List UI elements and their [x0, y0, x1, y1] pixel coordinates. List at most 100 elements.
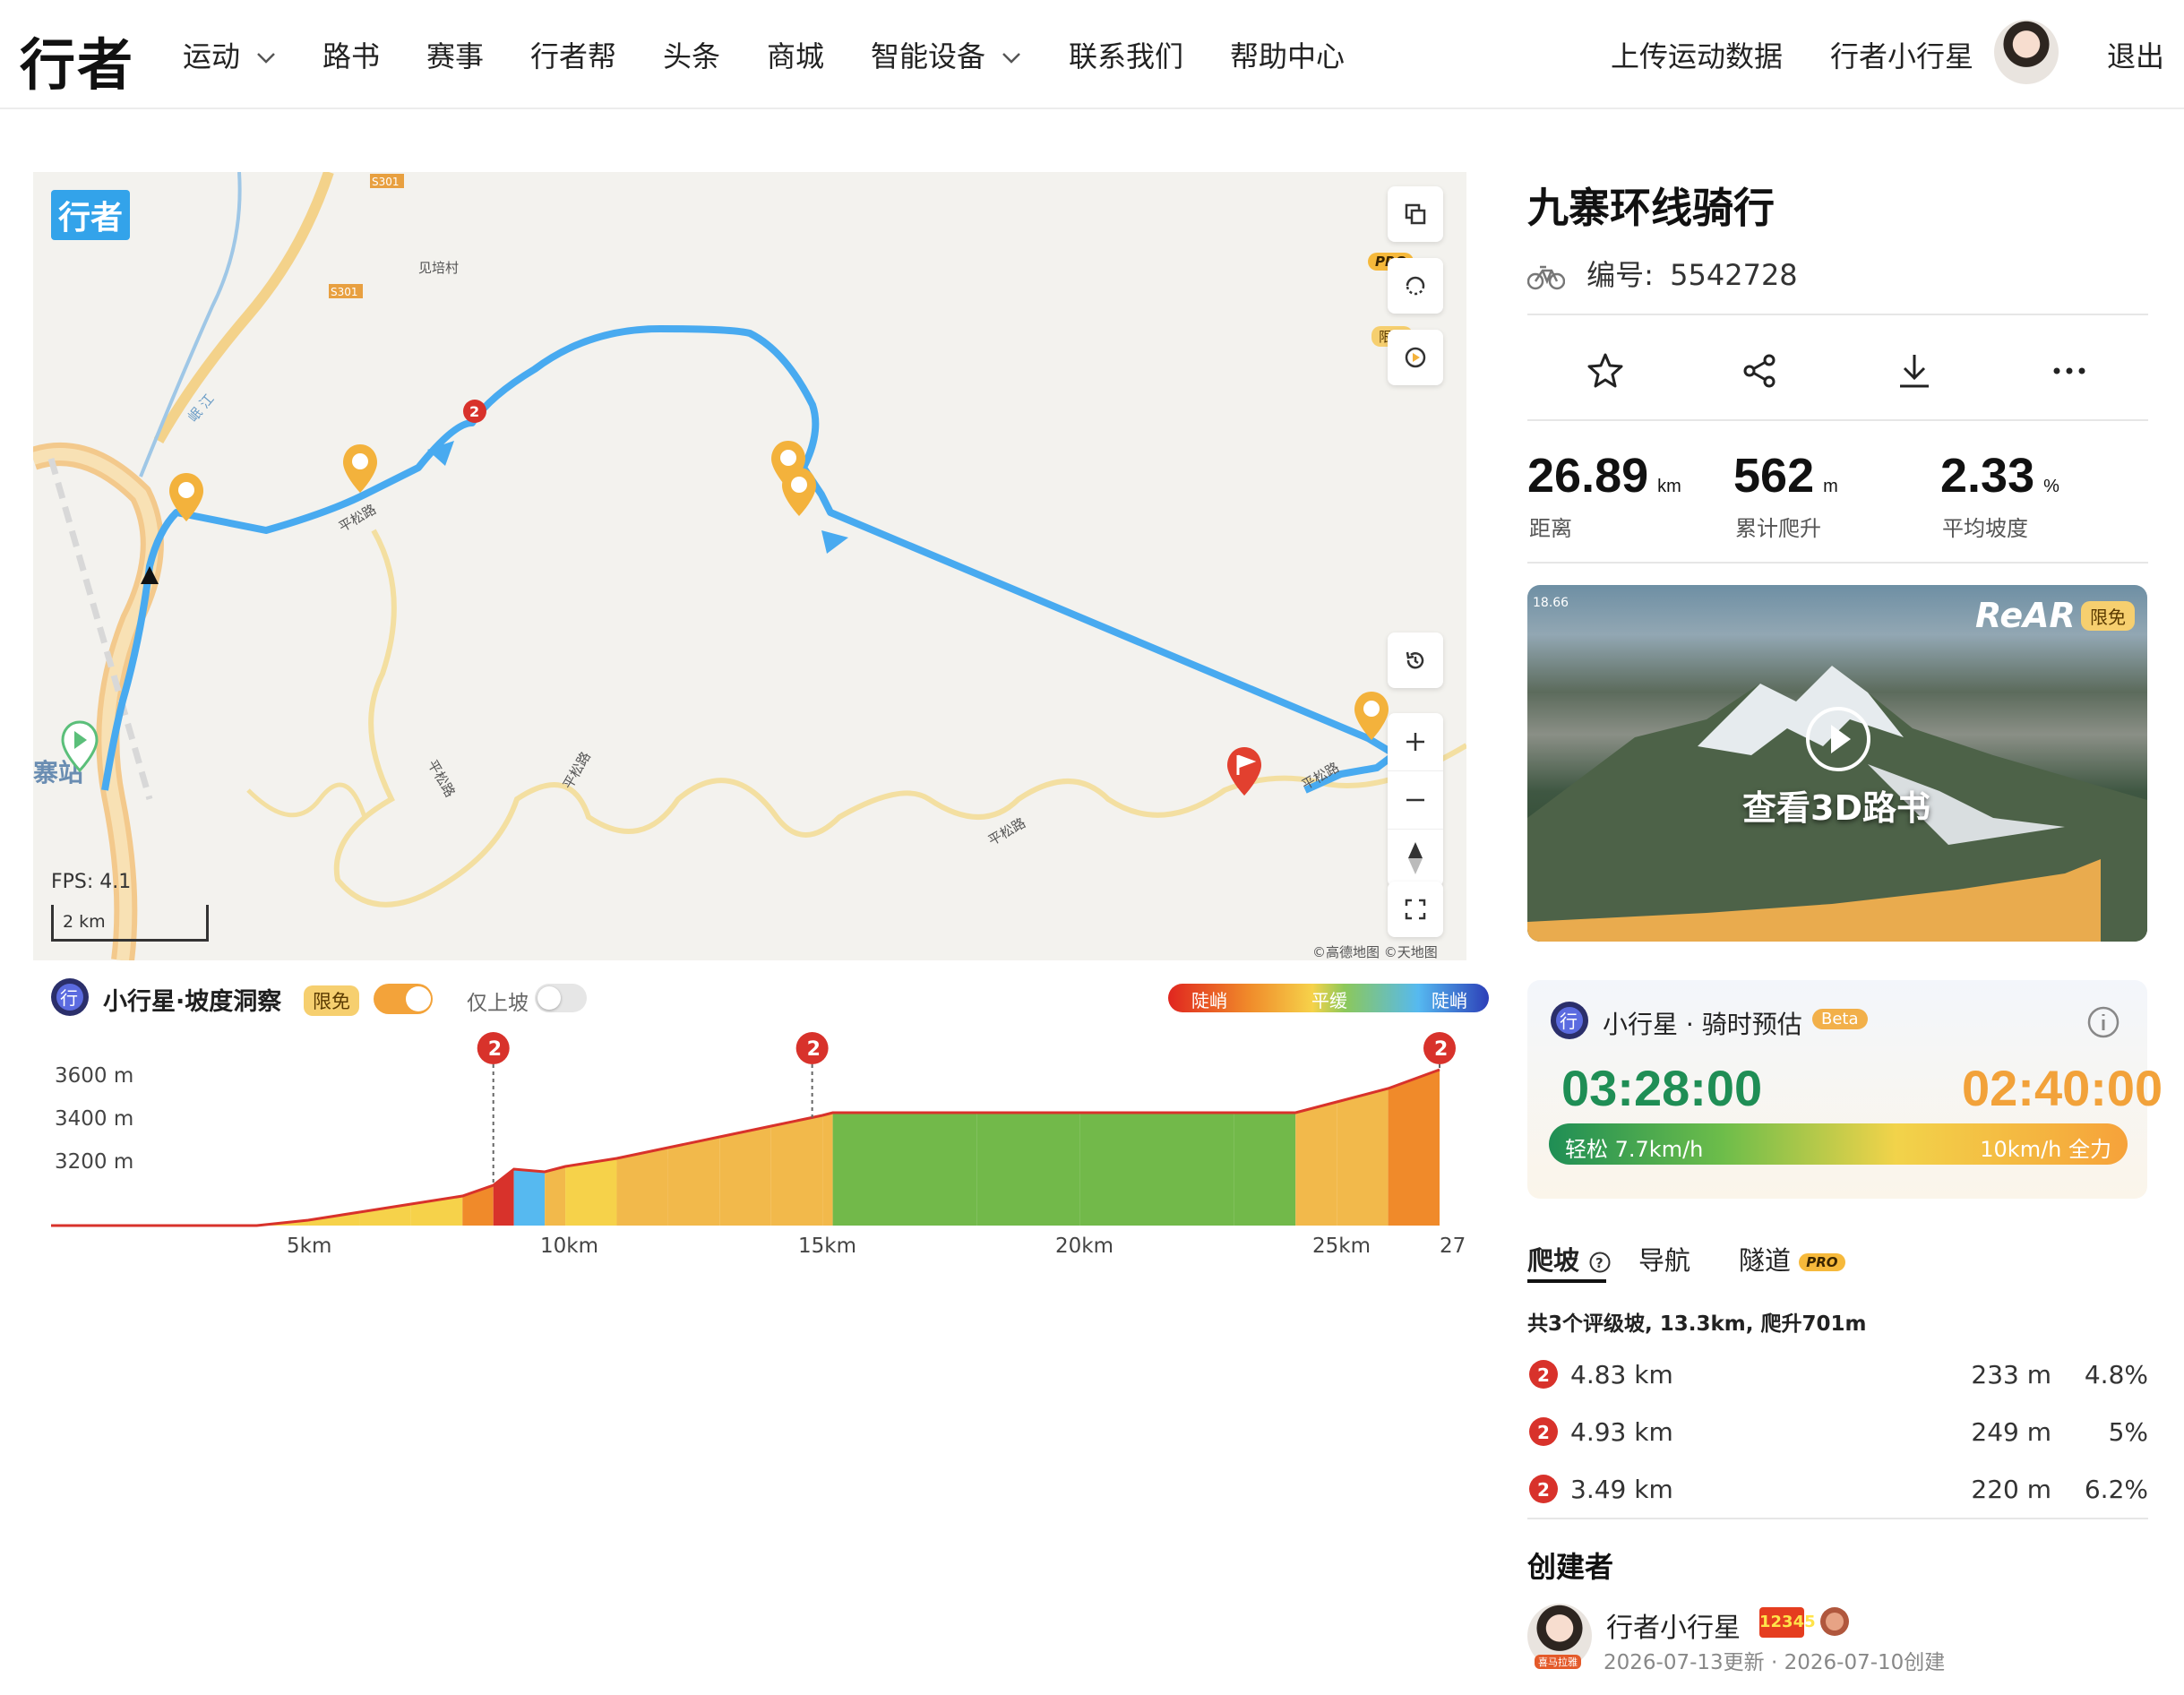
- slope-free-tag: 限免: [304, 985, 359, 1016]
- nav-help[interactable]: 帮助中心: [1230, 34, 1345, 75]
- svg-text:行: 行: [60, 987, 78, 1009]
- slope-insight-bar: 行 小行星·坡度洞察 限免 仅上坡 陡峭 平缓 陡峭: [49, 977, 1489, 1021]
- climb-row[interactable]: 2 4.83 km 233 m 4.8%: [1527, 1355, 2148, 1399]
- download-button[interactable]: [1887, 344, 1941, 398]
- zoom-in-button[interactable]: [1388, 713, 1443, 771]
- elevation-chart[interactable]: 3600 m 3400 m 3200 m 222 5km 10km 15km 2…: [33, 1030, 1466, 1263]
- map-3d-button[interactable]: [1388, 258, 1443, 314]
- nav-mall[interactable]: 商城: [767, 34, 824, 75]
- climb-row[interactable]: 2 4.93 km 249 m 5%: [1527, 1412, 2148, 1457]
- info-icon[interactable]: [2086, 1005, 2120, 1039]
- map-reset-button[interactable]: [1388, 632, 1443, 688]
- elevation-segment: [1337, 1088, 1389, 1226]
- stat-elevation-gain: 562 m: [1733, 449, 1838, 503]
- svg-text:S301: S301: [331, 286, 358, 298]
- active-tab-underline: [1527, 1279, 1606, 1283]
- top-nav-bar: 行者 运动 路书 赛事 行者帮 头条 商城 智能设备 联系我们 帮助中心 上传运…: [0, 0, 2184, 109]
- elevation-segment: [770, 1115, 823, 1226]
- layers-icon: [1405, 203, 1426, 225]
- play-icon[interactable]: [1806, 707, 1870, 771]
- nav-sports[interactable]: 运动: [183, 34, 276, 75]
- stat-avg-grade-label: 平均坡度: [1942, 516, 2028, 541]
- beta-badge: Beta: [1812, 1009, 1868, 1029]
- map-label-village: 见培村: [418, 260, 459, 276]
- stat-avg-grade: 2.33%: [1940, 449, 2059, 503]
- elevation-segment: [719, 1126, 771, 1226]
- share-icon: [1743, 354, 1776, 388]
- waypoint-marker-icon[interactable]: [1352, 690, 1391, 744]
- svg-text:平松路: 平松路: [560, 749, 594, 792]
- user-avatar[interactable]: [1994, 20, 2059, 84]
- elevation-segment: [1388, 1070, 1440, 1226]
- zoom-out-button[interactable]: [1388, 771, 1443, 830]
- climb-marker[interactable]: 2: [477, 1032, 510, 1185]
- svg-text:2: 2: [807, 1038, 821, 1061]
- chevron-down-icon: [257, 53, 276, 64]
- favorite-button[interactable]: [1578, 344, 1632, 398]
- svg-text:2: 2: [488, 1038, 502, 1061]
- 3d-route-video[interactable]: 18.66 ReAR 限免 查看3D路书: [1527, 585, 2147, 942]
- history-icon: [1406, 651, 1424, 669]
- fullscreen-icon: [1405, 899, 1426, 920]
- route-id-row: 编号: 5542728: [1526, 253, 1798, 294]
- map-brand-logo: 行者: [51, 190, 131, 240]
- climb-row[interactable]: 2 3.49 km 220 m 6.2%: [1527, 1469, 2148, 1514]
- nav-news[interactable]: 头条: [663, 34, 720, 75]
- uphill-only-toggle[interactable]: [535, 984, 587, 1012]
- map-layer-button[interactable]: [1388, 186, 1443, 242]
- logout-link[interactable]: 退出: [2107, 34, 2164, 75]
- medal-icon: [1820, 1607, 1849, 1636]
- more-button[interactable]: [2042, 344, 2096, 398]
- tab-tunnel[interactable]: 隧道 PRO: [1739, 1240, 1845, 1278]
- compass-button[interactable]: [1388, 830, 1443, 887]
- svg-text:S301: S301: [372, 176, 400, 188]
- share-button[interactable]: [1733, 344, 1786, 398]
- tab-climb[interactable]: 爬坡 ?: [1527, 1240, 1612, 1278]
- climb-badge-icon[interactable]: 2: [461, 398, 488, 425]
- svg-text:2: 2: [1537, 1422, 1550, 1443]
- play-circle-icon: [1405, 347, 1426, 368]
- climb-category-badge-icon: 2: [1529, 1417, 1558, 1446]
- x-tick-label: 27km: [1440, 1235, 1466, 1258]
- hard-time: 02:40:00: [1962, 1060, 2163, 1116]
- climb-marker[interactable]: 2: [795, 1032, 829, 1118]
- nav-clubs[interactable]: 行者帮: [530, 34, 616, 75]
- x-tick-label: 5km: [287, 1235, 332, 1258]
- start-marker-icon[interactable]: [60, 720, 99, 774]
- route-map[interactable]: 见培村 S301 S301 平松路 平松路 平松路 平松路 平松路 寨站 岷 江: [33, 172, 1466, 960]
- stat-distance-label: 距离: [1529, 516, 1572, 541]
- svg-text:平松路: 平松路: [1299, 759, 1342, 793]
- waypoint-marker-icon[interactable]: [340, 443, 380, 496]
- elevation-segment: [1295, 1102, 1337, 1226]
- divider: [1527, 562, 2148, 564]
- more-dots-icon: [2053, 367, 2085, 374]
- map-flyover-button[interactable]: [1388, 330, 1443, 385]
- nav-events[interactable]: 赛事: [426, 34, 484, 75]
- slope-insight-toggle[interactable]: [374, 984, 433, 1014]
- nav-devices[interactable]: 智能设备: [871, 34, 1021, 75]
- stat-elevation-gain-label: 累计爬升: [1735, 516, 1821, 541]
- site-logo[interactable]: 行者: [20, 20, 134, 100]
- creator-badge: 喜马拉雅: [1535, 1655, 1581, 1669]
- svg-text:2: 2: [1537, 1479, 1550, 1501]
- climb-marker[interactable]: 2: [1423, 1032, 1456, 1070]
- elevation-segment: [822, 1113, 833, 1226]
- gradient-color-legend: 陡峭 平缓 陡峭: [1168, 984, 1489, 1012]
- elevation-segment: [1079, 1113, 1234, 1226]
- upload-activity-link[interactable]: 上传运动数据: [1611, 34, 1783, 75]
- fullscreen-button[interactable]: [1388, 882, 1443, 937]
- user-name-link[interactable]: 行者小行星: [1830, 34, 1973, 75]
- waypoint-marker-icon[interactable]: [167, 471, 206, 525]
- waypoint-marker-icon[interactable]: [779, 466, 819, 520]
- tab-navigation[interactable]: 导航: [1638, 1240, 1690, 1278]
- minus-icon: [1406, 798, 1424, 802]
- creator-name[interactable]: 行者小行星: [1606, 1605, 1741, 1645]
- finish-flag-marker-icon[interactable]: [1225, 745, 1264, 799]
- nav-routes[interactable]: 路书: [322, 34, 380, 75]
- climb-summary: 共3个评级坡, 13.3km, 爬升701m: [1527, 1312, 1867, 1336]
- x-tick-label: 20km: [1055, 1235, 1113, 1258]
- divider: [1527, 419, 2148, 421]
- nav-contact[interactable]: 联系我们: [1069, 34, 1183, 75]
- download-icon: [1900, 355, 1929, 388]
- map-scale-bar: 2 km: [51, 905, 209, 942]
